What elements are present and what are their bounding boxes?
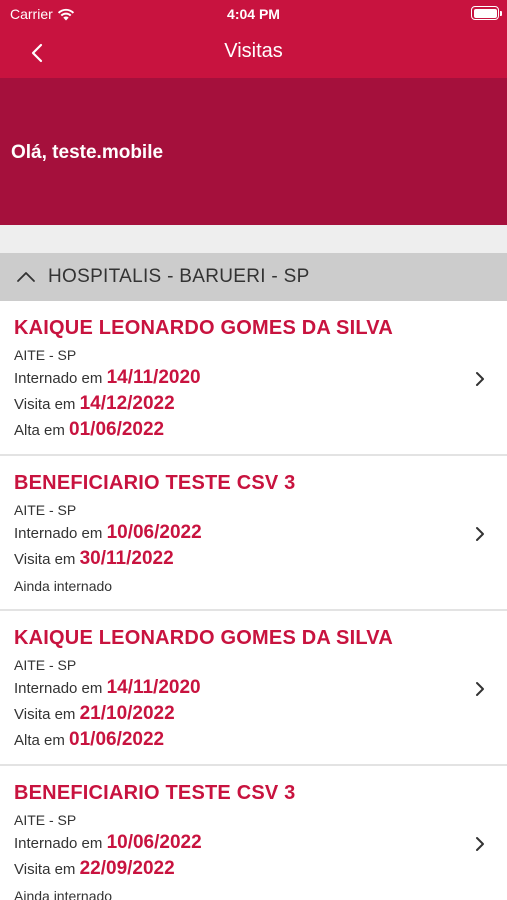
unit-label: AITE - SP [14, 347, 77, 363]
still-admitted-text: Ainda internado [14, 578, 113, 594]
visit-card[interactable]: BENEFICIARIO TESTE CSV 3 AITE - SP Inter… [0, 456, 507, 611]
patient-name: KAIQUE LEONARDO GOMES DA SILVA [14, 627, 393, 649]
visit-card[interactable]: KAIQUE LEONARDO GOMES DA SILVA AITE - SP… [0, 301, 507, 456]
discharge-label: Alta em [14, 422, 65, 439]
admitted-line: Internado em 14/11/2020 [14, 677, 201, 699]
visit-label: Visita em [14, 861, 76, 878]
chevron-up-icon [17, 272, 35, 282]
discharge-date: 01/06/2022 [69, 729, 165, 750]
discharge-date: 01/06/2022 [69, 419, 165, 440]
admitted-label: Internado em [14, 680, 103, 697]
admitted-date: 14/11/2020 [106, 367, 201, 388]
chevron-right-icon [476, 682, 484, 696]
visit-date: 14/12/2022 [79, 393, 175, 414]
page-title: Visitas [224, 40, 283, 62]
visit-line: Visita em 14/12/2022 [14, 393, 175, 415]
status-bar: Carrier 4:04 PM [0, 0, 507, 28]
chevron-right-icon [476, 527, 484, 541]
admitted-date: 14/11/2020 [106, 677, 201, 698]
discharge-line: Alta em 01/06/2022 [14, 419, 164, 441]
greeting-banner: Olá, teste.mobile [0, 78, 507, 225]
patient-name: BENEFICIARIO TESTE CSV 3 [14, 782, 296, 804]
nav-bar: Visitas [0, 28, 507, 78]
visit-line: Visita em 22/09/2022 [14, 858, 175, 880]
patient-name: BENEFICIARIO TESTE CSV 3 [14, 472, 296, 494]
chevron-right-icon [476, 837, 484, 851]
greeting-text: Olá, teste.mobile [11, 142, 164, 163]
unit-label: AITE - SP [14, 657, 77, 673]
admitted-label: Internado em [14, 525, 103, 542]
visit-date: 22/09/2022 [79, 858, 175, 879]
admitted-line: Internado em 10/06/2022 [14, 832, 202, 854]
visit-list: KAIQUE LEONARDO GOMES DA SILVA AITE - SP… [0, 301, 507, 900]
admitted-label: Internado em [14, 835, 103, 852]
discharge-line: Alta em 01/06/2022 [14, 729, 164, 751]
divider-strip [0, 225, 507, 253]
visit-card[interactable]: BENEFICIARIO TESTE CSV 3 AITE - SP Inter… [0, 766, 507, 900]
visit-label: Visita em [14, 551, 76, 568]
patient-name: KAIQUE LEONARDO GOMES DA SILVA [14, 317, 393, 339]
visit-card[interactable]: KAIQUE LEONARDO GOMES DA SILVA AITE - SP… [0, 611, 507, 766]
visit-date: 30/11/2022 [79, 548, 174, 569]
visit-date: 21/10/2022 [79, 703, 175, 724]
visit-label: Visita em [14, 396, 76, 413]
admitted-date: 10/06/2022 [106, 832, 202, 853]
visit-line: Visita em 30/11/2022 [14, 548, 174, 570]
unit-label: AITE - SP [14, 502, 77, 518]
admitted-line: Internado em 14/11/2020 [14, 367, 201, 389]
admitted-label: Internado em [14, 370, 103, 387]
visit-line: Visita em 21/10/2022 [14, 703, 175, 725]
hospital-section-header[interactable]: HOSPITALIS - BARUERI - SP [0, 253, 507, 301]
discharge-label: Alta em [14, 732, 65, 749]
status-time: 4:04 PM [227, 6, 280, 22]
chevron-right-icon [476, 372, 484, 386]
battery-icon [471, 6, 502, 20]
admitted-line: Internado em 10/06/2022 [14, 522, 202, 544]
still-admitted-text: Ainda internado [14, 888, 113, 900]
visit-label: Visita em [14, 706, 76, 723]
hospital-section-label: HOSPITALIS - BARUERI - SP [48, 266, 310, 287]
unit-label: AITE - SP [14, 812, 77, 828]
admitted-date: 10/06/2022 [106, 522, 202, 543]
